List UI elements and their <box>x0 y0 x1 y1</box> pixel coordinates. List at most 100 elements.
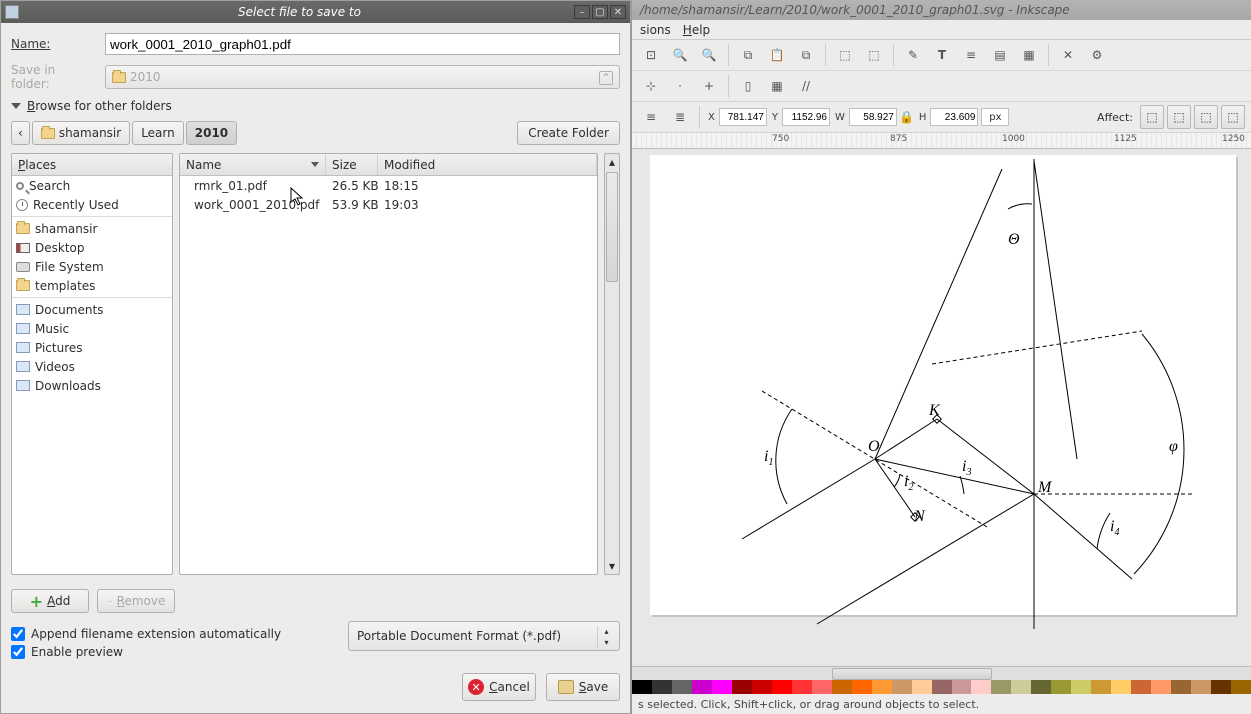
clone-button[interactable]: ⧉ <box>793 42 819 68</box>
swatch[interactable] <box>1111 680 1131 694</box>
maximize-button[interactable]: ▢ <box>592 5 608 19</box>
swatch[interactable] <box>991 680 1011 694</box>
swatch[interactable] <box>672 680 692 694</box>
scroll-thumb[interactable] <box>606 172 618 282</box>
swatch[interactable] <box>952 680 972 694</box>
swatch[interactable] <box>792 680 812 694</box>
paste-button[interactable]: 📋 <box>764 42 790 68</box>
prefs-button[interactable]: ✕ <box>1055 42 1081 68</box>
dialog-titlebar[interactable]: Select file to save to – ▢ ✕ <box>1 1 630 23</box>
breadcrumb-home[interactable]: shamansir <box>32 121 130 145</box>
file-row[interactable]: work_0001_2010.pdf 53.9 KB 19:03 <box>180 195 597 214</box>
append-ext-checkbox[interactable]: Append filename extension automatically <box>11 627 328 641</box>
xml-button[interactable]: ▤ <box>987 42 1013 68</box>
menu-help[interactable]: Help <box>683 23 710 37</box>
places-recent[interactable]: Recently Used <box>12 195 172 214</box>
close-button[interactable]: ✕ <box>610 5 626 19</box>
snap3-button[interactable]: + <box>696 73 722 99</box>
create-folder-button[interactable]: Create Folder <box>517 121 620 145</box>
group-button[interactable]: ⬚ <box>832 42 858 68</box>
zoom-out-button[interactable]: 🔍 <box>696 42 722 68</box>
ruler-horizontal[interactable]: 750 875 1000 1125 1250 <box>632 133 1251 149</box>
places-music[interactable]: Music <box>12 319 172 338</box>
breadcrumb-learn[interactable]: Learn <box>132 121 184 145</box>
places-pictures[interactable]: Pictures <box>12 338 172 357</box>
canvas[interactable]: Θ φ O K M N i1 i2 i3 i4 <box>632 149 1251 666</box>
swatch[interactable] <box>1071 680 1091 694</box>
swatch[interactable] <box>852 680 872 694</box>
swatch[interactable] <box>1191 680 1211 694</box>
align-button[interactable]: ▦ <box>1016 42 1042 68</box>
layers-button[interactable]: ≡ <box>958 42 984 68</box>
menu-extensions[interactable]: sions <box>640 23 671 37</box>
places-filesystem[interactable]: File System <box>12 257 172 276</box>
swatch[interactable] <box>872 680 892 694</box>
swatch[interactable] <box>652 680 672 694</box>
snap2-button[interactable]: ⋅ <box>667 73 693 99</box>
folder-combo[interactable]: 2010 ⌃ <box>105 65 620 89</box>
breadcrumb-back[interactable]: ‹ <box>11 121 30 145</box>
grid-button[interactable]: ▦ <box>764 73 790 99</box>
remove-bookmark-button[interactable]: –Remove <box>97 589 175 613</box>
swatch[interactable] <box>1031 680 1051 694</box>
h-input[interactable] <box>930 108 978 126</box>
swatch[interactable] <box>1011 680 1031 694</box>
places-home[interactable]: shamansir <box>12 219 172 238</box>
swatch[interactable] <box>1231 680 1251 694</box>
swatch[interactable] <box>1151 680 1171 694</box>
swatch[interactable] <box>932 680 952 694</box>
copy-button[interactable]: ⧉ <box>735 42 761 68</box>
col-size[interactable]: Size <box>326 154 378 175</box>
sel-layer-button[interactable]: ≡ <box>638 104 664 130</box>
swatch[interactable] <box>1091 680 1111 694</box>
swatch[interactable] <box>632 680 652 694</box>
fill-button[interactable]: ✎ <box>900 42 926 68</box>
places-desktop[interactable]: Desktop <box>12 238 172 257</box>
swatch[interactable] <box>812 680 832 694</box>
scroll-thumb[interactable] <box>832 668 992 680</box>
swatch[interactable] <box>1131 680 1151 694</box>
browse-folders-toggle[interactable]: Browse for other folders <box>11 99 620 113</box>
places-downloads[interactable]: Downloads <box>12 376 172 395</box>
affect-pattern-button[interactable]: ⬚ <box>1221 105 1245 129</box>
text-button[interactable]: T <box>929 42 955 68</box>
add-bookmark-button[interactable]: +Add <box>11 589 89 613</box>
page-button[interactable]: ▯ <box>735 73 761 99</box>
format-combo[interactable]: Portable Document Format (*.pdf) ▴▾ <box>348 621 620 651</box>
file-row[interactable]: rmrk_01.pdf 26.5 KB 18:15 <box>180 176 597 195</box>
zoom-page-button[interactable]: ⊡ <box>638 42 664 68</box>
places-templates[interactable]: templates <box>12 276 172 295</box>
minimize-button[interactable]: – <box>574 5 590 19</box>
swatch[interactable] <box>892 680 912 694</box>
guides-button[interactable]: // <box>793 73 819 99</box>
save-button[interactable]: Save <box>546 673 620 701</box>
places-videos[interactable]: Videos <box>12 357 172 376</box>
swatch[interactable] <box>772 680 792 694</box>
swatch[interactable] <box>971 680 991 694</box>
unit-combo[interactable]: px <box>981 108 1009 126</box>
w-input[interactable] <box>849 108 897 126</box>
breadcrumb-2010[interactable]: 2010 <box>186 121 237 145</box>
affect-gradient-button[interactable]: ⬚ <box>1194 105 1218 129</box>
swatch[interactable] <box>1051 680 1071 694</box>
swatch[interactable] <box>692 680 712 694</box>
cancel-button[interactable]: ✕Cancel <box>462 673 536 701</box>
places-search[interactable]: Search <box>12 176 172 195</box>
col-modified[interactable]: Modified <box>378 154 597 175</box>
places-documents[interactable]: Documents <box>12 300 172 319</box>
sel-all-button[interactable]: ≣ <box>667 104 693 130</box>
menubar[interactable]: sions Help <box>632 20 1251 40</box>
col-name[interactable]: Name <box>180 154 326 175</box>
enable-preview-checkbox[interactable]: Enable preview <box>11 645 328 659</box>
filename-input[interactable] <box>105 33 620 55</box>
swatch[interactable] <box>1211 680 1231 694</box>
swatch[interactable] <box>752 680 772 694</box>
x-input[interactable] <box>719 108 767 126</box>
affect-stroke-button[interactable]: ⬚ <box>1140 105 1164 129</box>
ungroup-button[interactable]: ⬚ <box>861 42 887 68</box>
zoom-in-button[interactable]: 🔍 <box>667 42 693 68</box>
docprops-button[interactable]: ⚙ <box>1084 42 1110 68</box>
y-input[interactable] <box>782 108 830 126</box>
swatch[interactable] <box>732 680 752 694</box>
swatch[interactable] <box>1171 680 1191 694</box>
